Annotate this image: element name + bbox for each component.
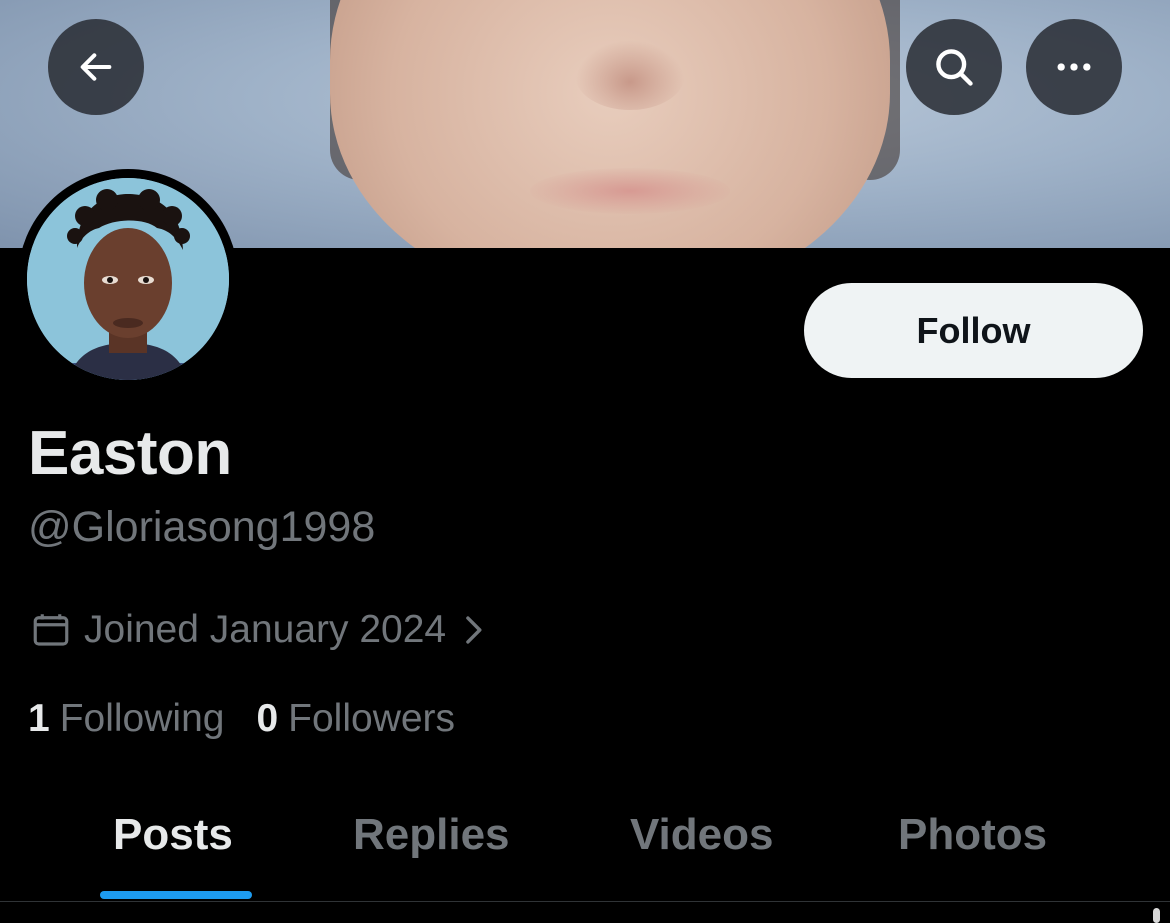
avatar[interactable] bbox=[18, 169, 238, 389]
active-tab-indicator bbox=[100, 891, 252, 899]
avatar-photo bbox=[27, 178, 229, 380]
tab-posts[interactable]: Posts bbox=[113, 810, 233, 860]
followers-label: Followers bbox=[288, 697, 456, 740]
tab-replies[interactable]: Replies bbox=[353, 810, 510, 860]
back-button[interactable] bbox=[48, 19, 144, 115]
more-button[interactable] bbox=[1026, 19, 1122, 115]
joined-date: Joined January 2024 bbox=[84, 608, 447, 651]
profile-tabs: Posts Replies Videos Photos bbox=[0, 780, 1170, 901]
following-label: Following bbox=[59, 697, 225, 740]
following-count: 1 bbox=[28, 697, 50, 740]
arrow-left-icon bbox=[80, 53, 112, 81]
scrollbar[interactable] bbox=[1153, 908, 1160, 923]
display-name: Easton bbox=[28, 419, 232, 488]
followers-count: 0 bbox=[256, 697, 279, 740]
followers-stat[interactable]: 0 Followers bbox=[256, 697, 455, 741]
tab-photos[interactable]: Photos bbox=[898, 810, 1047, 860]
follow-button[interactable]: Follow bbox=[804, 283, 1143, 378]
calendar-icon bbox=[33, 614, 69, 646]
joined-date-row[interactable]: Joined January 2024 bbox=[30, 608, 486, 652]
following-stat[interactable]: 1 Following bbox=[28, 697, 224, 741]
banner-photo-detail bbox=[575, 40, 685, 110]
user-handle: @Gloriasong1998 bbox=[28, 503, 376, 551]
search-icon bbox=[936, 49, 973, 86]
tabs-divider bbox=[0, 901, 1170, 902]
more-horizontal-icon bbox=[1057, 63, 1091, 71]
follow-stats: 1 Following 0 Followers bbox=[28, 697, 487, 741]
tab-videos[interactable]: Videos bbox=[630, 810, 773, 860]
chevron-right-icon bbox=[466, 616, 482, 644]
banner-photo-detail bbox=[530, 168, 730, 214]
search-button[interactable] bbox=[906, 19, 1002, 115]
